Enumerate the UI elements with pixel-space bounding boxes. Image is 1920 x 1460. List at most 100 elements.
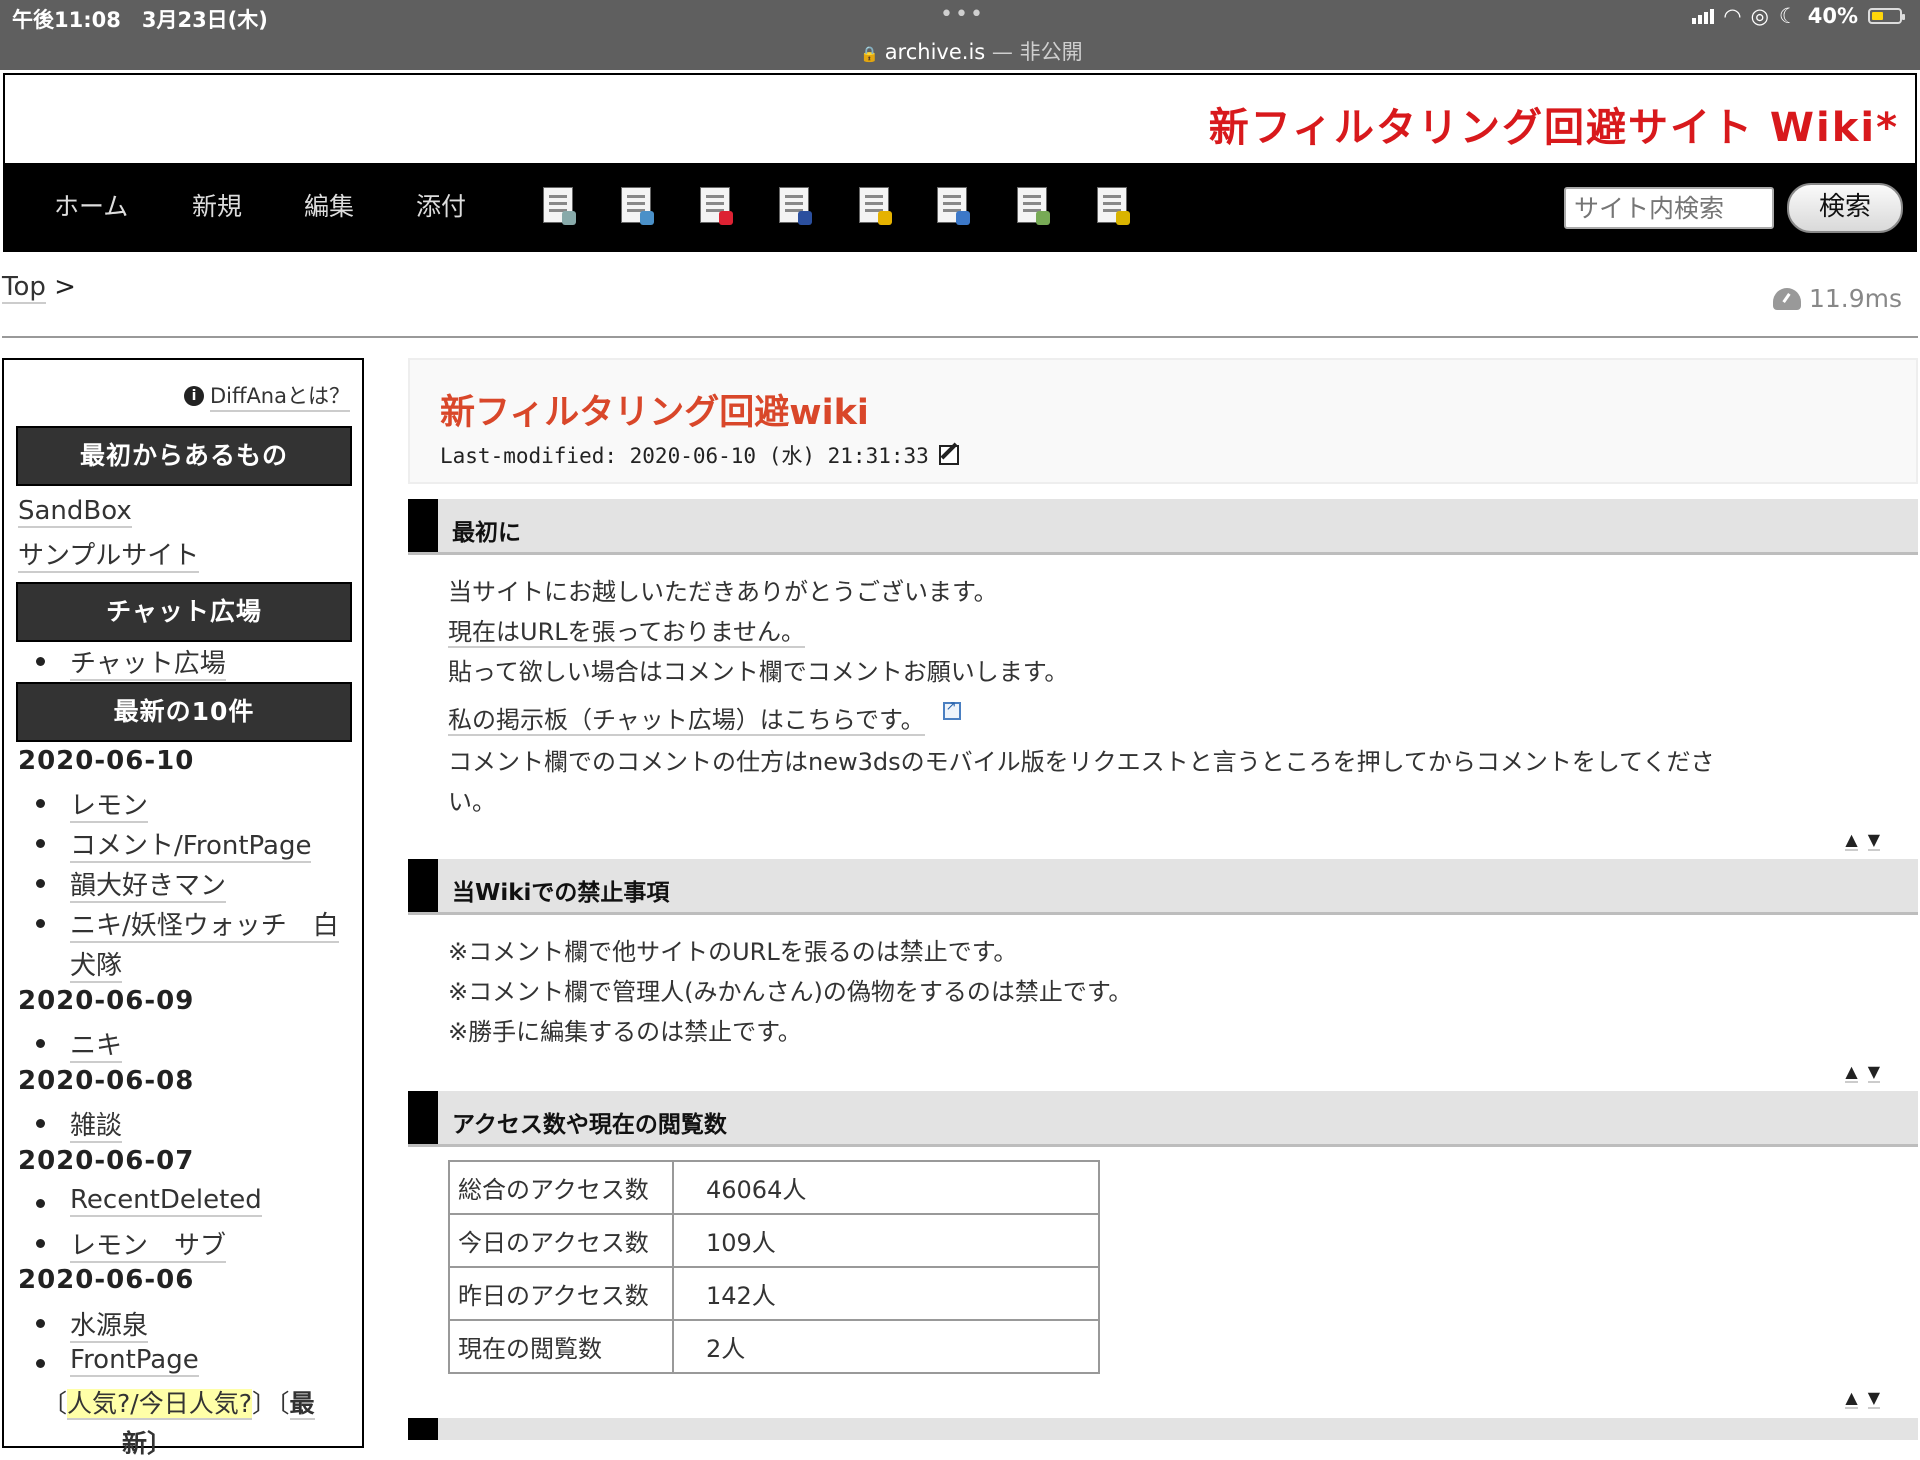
wifi-icon: ◠	[1724, 4, 1741, 28]
table-cell: 109人	[672, 1213, 1100, 1268]
paragraph: コメント欄でのコメントの仕方はnew3dsのモバイル版をリクエストと言うところを…	[448, 748, 1715, 776]
nav-bar: ホーム 新規 編集 添付 検索	[3, 163, 1917, 252]
sidebar-link-sample-site[interactable]: サンプルサイト	[18, 535, 200, 573]
section-heading-cutoff	[408, 1418, 1918, 1440]
download-icon[interactable]	[700, 187, 733, 225]
more-dots-icon[interactable]: •••	[940, 2, 985, 27]
site-title[interactable]: 新フィルタリング回避サイト Wiki*	[1209, 95, 1899, 153]
down-arrow-icon[interactable]: ▼	[1867, 830, 1880, 851]
paragraph-link[interactable]: 現在はURLを張っておりません。	[448, 612, 805, 648]
page-nav-arrows: ▲ ▼	[1845, 830, 1880, 851]
site-header: 新フィルタリング回避サイト Wiki*	[3, 73, 1917, 163]
section-heading: 最初に	[408, 499, 1918, 555]
access-stats-table: 総合のアクセス数 46064人 今日のアクセス数 109人 昨日のアクセス数 1…	[448, 1160, 1100, 1374]
page-nav-arrows: ▲ ▼	[1845, 1388, 1880, 1409]
sidebar-heading-chat: チャット広場	[16, 582, 352, 642]
sidebar: i DiffAnaとは？ 最初からあるもの SandBox サンプルサイト チャ…	[2, 358, 364, 1458]
render-timing: 11.9ms	[1772, 284, 1902, 313]
url-text: archive.is	[884, 40, 986, 64]
breadcrumb-top[interactable]: Top	[2, 272, 46, 304]
help-icon[interactable]	[1097, 187, 1130, 225]
page-header: 新フィルタリング回避wiki Last-modified: 2020-06-10…	[408, 358, 1918, 484]
battery-percent: 40%	[1807, 4, 1858, 28]
nav-edit[interactable]: 編集	[304, 187, 354, 223]
paragraph: 当サイトにお越しいただきありがとうございます。	[448, 578, 998, 606]
orientation-lock-icon: ◎	[1750, 4, 1769, 28]
lock-page-icon[interactable]	[859, 187, 892, 225]
info-icon: i	[183, 386, 204, 406]
paragraph: ※コメント欄で管理人(みかんさん)の偽物をするのは禁止です。	[448, 978, 1133, 1006]
up-arrow-icon[interactable]: ▲	[1845, 1388, 1858, 1409]
latest-link-wrap[interactable]: 新〕	[122, 1424, 172, 1460]
paragraph: い。	[448, 788, 496, 816]
status-time: 午後11:08 3月23日(木)	[12, 8, 268, 32]
breadcrumb: Top >	[2, 272, 76, 304]
up-arrow-icon[interactable]: ▲	[1845, 1062, 1858, 1083]
edit-icon[interactable]	[938, 445, 959, 465]
sidebar-recent-item[interactable]: 水源泉	[34, 1305, 149, 1343]
sidebar-recent-item[interactable]: 雑談	[34, 1105, 123, 1143]
table-cell: 46064人	[672, 1160, 1100, 1215]
address-bar[interactable]: 🔒 archive.is — 非公開	[860, 36, 1083, 66]
down-arrow-icon[interactable]: ▼	[1867, 1062, 1880, 1083]
sidebar-date: 2020-06-06	[18, 1265, 195, 1295]
timing-value: 11.9ms	[1808, 284, 1902, 313]
external-link-icon[interactable]	[942, 699, 961, 720]
save-icon[interactable]	[779, 187, 812, 225]
sidebar-recent-item[interactable]: レモン	[34, 785, 149, 823]
sidebar-link-sandbox[interactable]: SandBox	[18, 496, 132, 528]
section-heading: 当Wikiでの禁止事項	[408, 859, 1918, 915]
up-arrow-icon[interactable]: ▲	[1845, 830, 1858, 851]
table-row: 現在の閲覧数 2人	[448, 1319, 1100, 1374]
table-row: 総合のアクセス数 46064人	[448, 1160, 1100, 1215]
table-cell: 142人	[672, 1266, 1100, 1321]
table-cell: 現在の閲覧数	[448, 1319, 674, 1374]
nav-home[interactable]: ホーム	[54, 187, 128, 223]
section-heading: アクセス数や現在の閲覧数	[408, 1091, 1918, 1147]
sidebar-recent-item[interactable]: レモン サブ	[34, 1225, 227, 1263]
sidebar-recent-item[interactable]: RecentDeleted	[34, 1185, 262, 1217]
moon-icon: ☾	[1778, 4, 1798, 28]
diffana-label[interactable]: DiffAnaとは？	[209, 380, 350, 412]
table-row: 昨日のアクセス数 142人	[448, 1266, 1100, 1321]
speedometer-icon	[1772, 287, 1801, 310]
sidebar-date: 2020-06-07	[18, 1146, 195, 1176]
sidebar-recent-item[interactable]: ニキ/妖怪ウォッチ 白	[34, 905, 339, 943]
sidebar-heading-latest: 最新の10件	[16, 682, 352, 742]
search-button[interactable]: 検索	[1787, 183, 1903, 233]
page-nav-arrows: ▲ ▼	[1845, 1062, 1880, 1083]
sidebar-recent-item-wrap[interactable]: 犬隊	[34, 945, 123, 983]
sidebar-link-chat[interactable]: チャット広場	[34, 643, 226, 681]
battery-icon	[1868, 8, 1905, 24]
sidebar-recent-item[interactable]: コメント/FrontPage	[34, 825, 312, 863]
duplicate-icon[interactable]	[937, 187, 970, 225]
sidebar-recent-item[interactable]: FrontPage	[34, 1345, 199, 1377]
sidebar-recent-item[interactable]: ニキ	[34, 1025, 123, 1063]
table-cell: 総合のアクセス数	[448, 1160, 674, 1215]
table-cell: 昨日のアクセス数	[448, 1266, 674, 1321]
latest-link[interactable]: 最	[289, 1389, 315, 1420]
search-input[interactable]	[1564, 187, 1774, 229]
list-icon[interactable]	[1017, 187, 1050, 225]
last-modified: Last-modified: 2020-06-10 (水) 21:31:33	[440, 440, 959, 470]
copy-icon[interactable]	[543, 187, 576, 225]
divider	[2, 336, 1918, 338]
popular-link[interactable]: 人気?/今日人気?	[67, 1389, 252, 1420]
sidebar-recent-item[interactable]: 韻大好きマン	[34, 865, 227, 903]
sidebar-date: 2020-06-09	[18, 986, 195, 1016]
status-indicators: ◠ ◎ ☾ 40%	[1692, 4, 1905, 28]
paragraph: 貼って欲しい場合はコメント欄でコメントお願いします。	[448, 658, 1069, 686]
table-cell: 今日のアクセス数	[448, 1213, 674, 1268]
lock-icon: 🔒	[860, 45, 879, 63]
table-cell: 2人	[672, 1319, 1100, 1374]
search-page-icon[interactable]	[621, 187, 654, 225]
nav-attach[interactable]: 添付	[416, 187, 466, 223]
status-bar: 午後11:08 3月23日(木) ••• 🔒 archive.is — 非公開 ◠…	[0, 0, 1920, 70]
nav-new[interactable]: 新規	[192, 187, 242, 223]
down-arrow-icon[interactable]: ▼	[1867, 1388, 1880, 1409]
sidebar-heading-original: 最初からあるもの	[16, 426, 352, 486]
signal-icon	[1692, 8, 1715, 24]
diffana-link[interactable]: i DiffAnaとは？	[183, 380, 350, 412]
chat-board-link[interactable]: 私の掲示板（チャット広場）はこちらです。	[448, 699, 961, 736]
page-title: 新フィルタリング回避wiki	[440, 393, 869, 433]
